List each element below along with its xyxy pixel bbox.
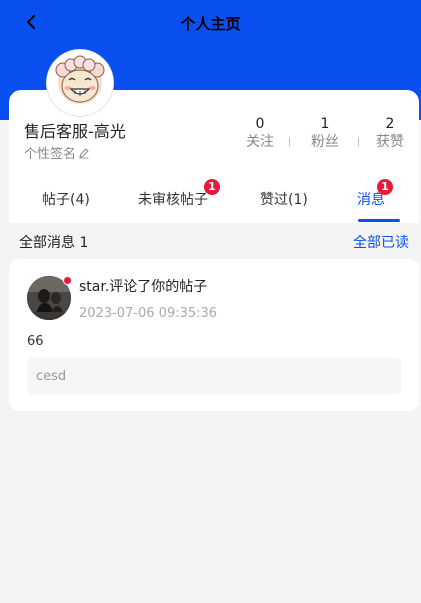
profile-name: 售后客服-高光 (24, 122, 126, 141)
active-tab-indicator (358, 219, 400, 222)
message-item[interactable]: star.评论了你的帖子 2023-07-06 09:35:36 66 cesd (9, 259, 419, 411)
stat-likes[interactable]: 2 获赞 (365, 115, 415, 151)
unreviewed-badge: 1 (204, 179, 220, 195)
stat-label: 关注 (246, 134, 274, 150)
divider (358, 138, 359, 146)
profile-stats: 0 关注 1 粉丝 2 获赞 (238, 115, 413, 155)
divider (289, 138, 290, 146)
messages-section-header: 全部消息 1 全部已读 (0, 225, 421, 255)
tab-unreviewed-posts[interactable]: 未审核帖子 (138, 189, 208, 209)
tab-posts[interactable]: 帖子(4) (42, 189, 90, 209)
message-content: 66 (27, 334, 44, 349)
signature-label: 个性签名 (24, 147, 77, 162)
stat-following[interactable]: 0 关注 (235, 115, 285, 151)
quoted-post[interactable]: cesd (27, 358, 401, 394)
cartoon-sheep-avatar (49, 52, 111, 114)
messages-badge: 1 (377, 179, 393, 195)
unread-dot (63, 276, 72, 285)
signature-field[interactable]: 个性签名 (24, 143, 90, 162)
message-timestamp: 2023-07-06 09:35:36 (79, 306, 218, 321)
pencil-icon (79, 147, 89, 158)
tab-liked[interactable]: 赞过(1) (260, 189, 308, 209)
message-title: star.评论了你的帖子 (79, 279, 208, 295)
stat-label: 粉丝 (311, 134, 339, 150)
stat-followers[interactable]: 1 粉丝 (300, 115, 350, 151)
stat-value: 2 (385, 116, 395, 132)
page-title: 个人主页 (180, 15, 241, 33)
messages-count-title: 全部消息 1 (19, 235, 89, 251)
stat-label: 获赞 (376, 134, 404, 150)
mark-all-read-button[interactable]: 全部已读 (353, 232, 409, 252)
avatar[interactable] (47, 50, 113, 116)
tab-bar: 帖子(4) 未审核帖子 1 赞过(1) 消息 1 (9, 175, 419, 223)
stat-value: 1 (320, 116, 330, 132)
quoted-post-text: cesd (36, 369, 67, 384)
stat-value: 0 (255, 116, 265, 132)
